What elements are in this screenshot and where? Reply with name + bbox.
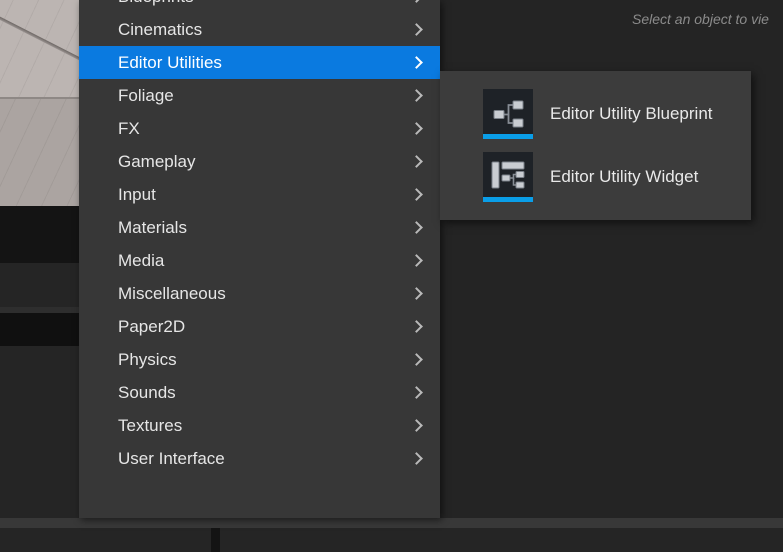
menu-item-sounds[interactable]: Sounds (79, 376, 440, 409)
menu-item-cinematics[interactable]: Cinematics (79, 13, 440, 46)
submenu-item-label: Editor Utility Widget (550, 167, 699, 186)
menu-item-label: Editor Utilities (118, 53, 222, 72)
submenu-item-label: Editor Utility Blueprint (550, 104, 713, 123)
menu-item-label: Textures (118, 416, 183, 435)
left-panel-field-row[interactable] (0, 313, 79, 346)
menu-item-label: Paper2D (118, 317, 186, 336)
chevron-right-icon (412, 23, 423, 37)
chevron-right-icon (412, 89, 423, 103)
floor-seam-line (0, 97, 79, 99)
floor-plane-far (0, 0, 79, 98)
menu-bottom-padding (79, 475, 440, 493)
menu-item-label: Gameplay (118, 152, 196, 171)
asset-type-accent-bar (483, 133, 533, 139)
chevron-right-icon (412, 287, 423, 301)
chevron-right-icon (412, 0, 423, 4)
menu-item-media[interactable]: Media (79, 244, 440, 277)
submenu-item-editor-utility-widget[interactable]: Editor Utility Widget (440, 145, 751, 208)
menu-item-label: Input (118, 185, 156, 204)
menu-item-paper2d[interactable]: Paper2D (79, 310, 440, 343)
left-panel-body (0, 346, 79, 518)
menu-item-label: Miscellaneous (118, 284, 226, 303)
bottom-toolbar (0, 518, 783, 528)
chevron-right-icon (412, 155, 423, 169)
create-advanced-asset-menu: Blueprints Cinematics Editor Utilities Foli… (79, 0, 440, 518)
menu-item-foliage[interactable]: Foliage (79, 79, 440, 112)
menu-item-input[interactable]: Input (79, 178, 440, 211)
menu-item-list: Blueprints Cinematics Editor Utilities Foli… (79, 0, 440, 493)
left-panel-section (0, 263, 79, 307)
menu-item-label: Cinematics (118, 20, 203, 39)
editor-utility-blueprint-icon (483, 88, 533, 139)
menu-item-miscellaneous[interactable]: Miscellaneous (79, 277, 440, 310)
chevron-right-icon (412, 419, 423, 433)
menu-item-label: Foliage (118, 86, 174, 105)
menu-item-user-interface[interactable]: User Interface (79, 442, 440, 475)
menu-item-gameplay[interactable]: Gameplay (79, 145, 440, 178)
chevron-right-icon (412, 353, 423, 367)
unreal-editor-root: Select an object to vie Blueprints Cinema… (0, 0, 783, 552)
floor-plane-mid (0, 98, 79, 206)
content-browser-splitter[interactable] (211, 528, 220, 552)
content-browser-area (0, 528, 783, 552)
viewport-3d-scene (0, 0, 79, 206)
menu-item-label: FX (118, 119, 140, 138)
menu-item-label: Materials (118, 218, 187, 237)
editor-utility-widget-icon (483, 151, 533, 202)
menu-item-fx[interactable]: FX (79, 112, 440, 145)
chevron-right-icon (412, 254, 423, 268)
menu-item-label: User Interface (118, 449, 225, 468)
menu-item-blueprints[interactable]: Blueprints (79, 0, 440, 13)
menu-item-physics[interactable]: Physics (79, 343, 440, 376)
chevron-right-icon (412, 386, 423, 400)
menu-item-label: Sounds (118, 383, 176, 402)
chevron-right-icon (412, 188, 423, 202)
menu-item-editor-utilities[interactable]: Editor Utilities (79, 46, 440, 79)
chevron-right-icon (412, 452, 423, 466)
menu-item-label: Physics (118, 350, 177, 369)
chevron-right-icon (412, 122, 423, 136)
menu-item-label: Blueprints (118, 0, 412, 5)
level-viewport[interactable] (0, 0, 79, 206)
submenu-item-editor-utility-blueprint[interactable]: Editor Utility Blueprint (440, 82, 751, 145)
menu-item-textures[interactable]: Textures (79, 409, 440, 442)
viewport-lower-strip (0, 206, 79, 263)
details-panel-hint: Select an object to vie (632, 11, 769, 27)
asset-type-accent-bar (483, 196, 533, 202)
menu-item-label: Media (118, 251, 165, 270)
menu-item-materials[interactable]: Materials (79, 211, 440, 244)
chevron-right-icon (412, 56, 423, 70)
editor-utilities-submenu: Editor Utility Blueprint Editor Utility W… (440, 71, 751, 220)
chevron-right-icon (412, 320, 423, 334)
chevron-right-icon (412, 221, 423, 235)
